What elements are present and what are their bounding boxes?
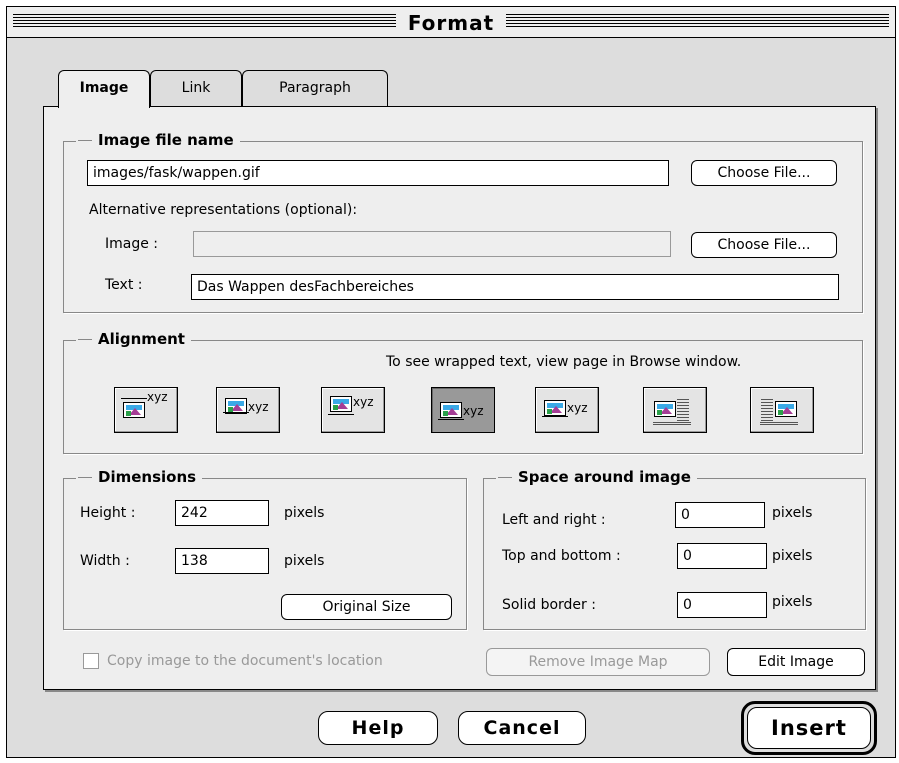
image-file-legend: Image file name bbox=[76, 131, 240, 149]
image-thumb-icon bbox=[330, 396, 352, 412]
wrapped-text-icon bbox=[760, 422, 798, 425]
align-absmiddle-button[interactable]: xyz bbox=[216, 387, 280, 433]
align-left-button[interactable] bbox=[643, 387, 707, 433]
alt-text-label: Text : bbox=[105, 277, 143, 293]
left-right-label: Left and right : bbox=[502, 512, 606, 528]
height-label: Height : bbox=[80, 505, 136, 521]
solid-border-unit: pixels bbox=[772, 594, 813, 610]
image-thumb-icon bbox=[123, 402, 145, 418]
solid-border-label: Solid border : bbox=[502, 597, 596, 613]
image-thumb-icon bbox=[654, 401, 676, 417]
copy-image-label: Copy image to the document's location bbox=[107, 653, 383, 669]
wrapped-text-icon bbox=[761, 399, 773, 421]
align-top-button[interactable]: xyz bbox=[114, 387, 178, 433]
window-title: Format bbox=[7, 11, 895, 35]
top-bottom-label: Top and bottom : bbox=[502, 548, 621, 564]
sample-text: xyz bbox=[147, 390, 168, 404]
help-button[interactable]: Help bbox=[318, 711, 438, 745]
alt-text-input[interactable]: Das Wappen desFachbereiches bbox=[191, 274, 839, 300]
remove-image-map-button[interactable]: Remove Image Map bbox=[486, 648, 710, 676]
edit-image-button[interactable]: Edit Image bbox=[727, 648, 865, 676]
baseline-line bbox=[542, 416, 568, 417]
wrapped-text-icon bbox=[677, 399, 689, 421]
left-right-input[interactable]: 0 bbox=[675, 502, 765, 528]
space-around-legend: Space around image bbox=[496, 468, 697, 486]
baseline-line bbox=[223, 412, 249, 413]
alt-image-label: Image : bbox=[105, 236, 159, 252]
copy-image-checkbox[interactable] bbox=[83, 653, 99, 669]
alt-image-input[interactable] bbox=[193, 231, 671, 257]
align-bottom-button[interactable]: xyz bbox=[431, 387, 495, 433]
insert-button[interactable]: Insert bbox=[747, 707, 871, 749]
width-label: Width : bbox=[80, 553, 130, 569]
solid-border-input[interactable]: 0 bbox=[677, 592, 767, 618]
choose-file-button[interactable]: Choose File... bbox=[691, 160, 837, 186]
image-thumb-icon bbox=[544, 400, 566, 416]
title-bar[interactable]: Format bbox=[7, 7, 895, 38]
original-size-button[interactable]: Original Size bbox=[281, 594, 452, 620]
height-input[interactable]: 242 bbox=[175, 500, 269, 526]
sample-text: xyz bbox=[567, 401, 588, 415]
image-thumb-icon bbox=[775, 401, 797, 417]
align-middle-button[interactable]: xyz bbox=[321, 387, 385, 433]
alignment-hint: To see wrapped text, view page in Browse… bbox=[386, 354, 742, 370]
alt-choose-file-button[interactable]: Choose File... bbox=[691, 232, 837, 258]
wrapped-text-icon bbox=[653, 422, 691, 425]
baseline-line bbox=[121, 398, 147, 399]
align-right-button[interactable] bbox=[750, 387, 814, 433]
top-bottom-unit: pixels bbox=[772, 548, 813, 564]
top-bottom-input[interactable]: 0 bbox=[677, 543, 767, 569]
tab-image[interactable]: Image bbox=[58, 70, 150, 108]
sample-text: xyz bbox=[248, 400, 269, 414]
width-input[interactable]: 138 bbox=[175, 548, 269, 574]
sample-text: xyz bbox=[463, 404, 484, 418]
height-unit: pixels bbox=[284, 505, 325, 521]
tab-paragraph[interactable]: Paragraph bbox=[242, 70, 388, 106]
sample-text: xyz bbox=[353, 395, 374, 409]
align-baseline-button[interactable]: xyz bbox=[535, 387, 599, 433]
tab-link[interactable]: Link bbox=[150, 70, 242, 106]
alignment-legend: Alignment bbox=[76, 330, 191, 348]
image-path-input[interactable]: images/fask/wappen.gif bbox=[87, 160, 669, 186]
left-right-unit: pixels bbox=[772, 505, 813, 521]
dimensions-legend: Dimensions bbox=[76, 468, 203, 486]
baseline-line bbox=[438, 419, 464, 420]
baseline-line bbox=[328, 414, 354, 415]
image-thumb-icon bbox=[440, 402, 462, 418]
alt-representations-label: Alternative representations (optional): bbox=[89, 202, 358, 218]
width-unit: pixels bbox=[284, 553, 325, 569]
cancel-button[interactable]: Cancel bbox=[458, 711, 586, 745]
